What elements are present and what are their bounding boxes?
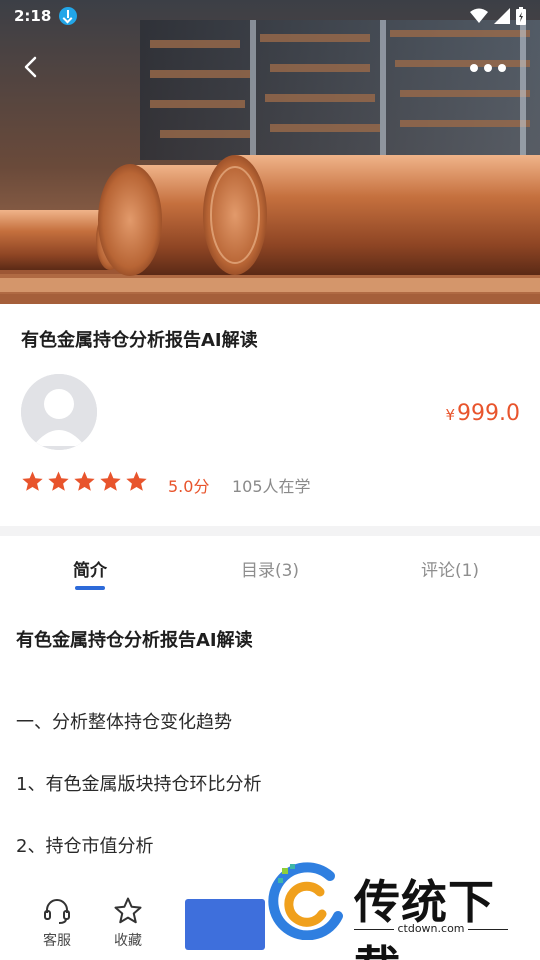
intro-line: 2、持仓市值分析	[16, 836, 154, 857]
watermark-url: ctdown.com	[354, 922, 508, 935]
star-icon	[74, 471, 95, 491]
star-icon	[100, 471, 121, 491]
status-time: 2:18	[14, 7, 52, 25]
rating-stars	[21, 470, 148, 493]
star-icon	[48, 471, 69, 491]
more-button[interactable]	[470, 56, 506, 80]
course-price: ¥999.0	[445, 401, 520, 426]
section-divider	[0, 526, 540, 536]
battery-icon	[516, 7, 526, 25]
customer-service-button[interactable]: 客服	[27, 896, 87, 950]
signal-icon	[494, 8, 510, 24]
course-title: 有色金属持仓分析报告AI解读	[21, 330, 258, 351]
status-bar: 2:18	[0, 0, 540, 32]
tab-bar: 简介 目录(3) 评论(1)	[0, 536, 540, 600]
rating-score: 5.0分	[168, 477, 210, 496]
currency-symbol: ¥	[445, 406, 456, 424]
watermark-logo	[268, 862, 343, 940]
chevron-left-icon	[24, 56, 37, 78]
price-value: 999.0	[457, 401, 520, 426]
wifi-icon	[470, 8, 488, 23]
headset-icon	[44, 899, 70, 924]
watermark-text: 传统下载	[354, 875, 495, 960]
more-dots-icon	[470, 64, 478, 72]
purchase-button[interactable]	[185, 899, 265, 950]
site-watermark: 传统下载 ctdown.com	[268, 862, 530, 960]
tab-intro[interactable]: 简介	[0, 536, 180, 600]
favorite-button[interactable]: 收藏	[98, 896, 158, 950]
intro-title: 有色金属持仓分析报告AI解读	[16, 630, 253, 651]
customer-service-label: 客服	[43, 933, 71, 949]
download-notification-icon	[59, 7, 78, 25]
star-outline-icon	[114, 897, 142, 924]
course-cover-image	[0, 0, 540, 304]
default-avatar-icon	[21, 374, 97, 450]
tab-catalog[interactable]: 目录(3)	[180, 536, 360, 600]
intro-line: 1、有色金属版块持仓环比分析	[16, 774, 262, 795]
learner-count: 105人在学	[232, 477, 311, 496]
star-icon	[22, 471, 43, 491]
back-button[interactable]	[14, 50, 50, 86]
star-icon	[126, 471, 147, 491]
tab-comments[interactable]: 评论(1)	[360, 536, 540, 600]
avatar[interactable]	[21, 374, 97, 450]
favorite-label: 收藏	[114, 933, 142, 949]
status-icons	[470, 7, 526, 25]
course-info-card: 有色金属持仓分析报告AI解读 ¥999.0 5.0分 105人在学	[0, 304, 540, 526]
intro-line: 一、分析整体持仓变化趋势	[16, 712, 232, 733]
